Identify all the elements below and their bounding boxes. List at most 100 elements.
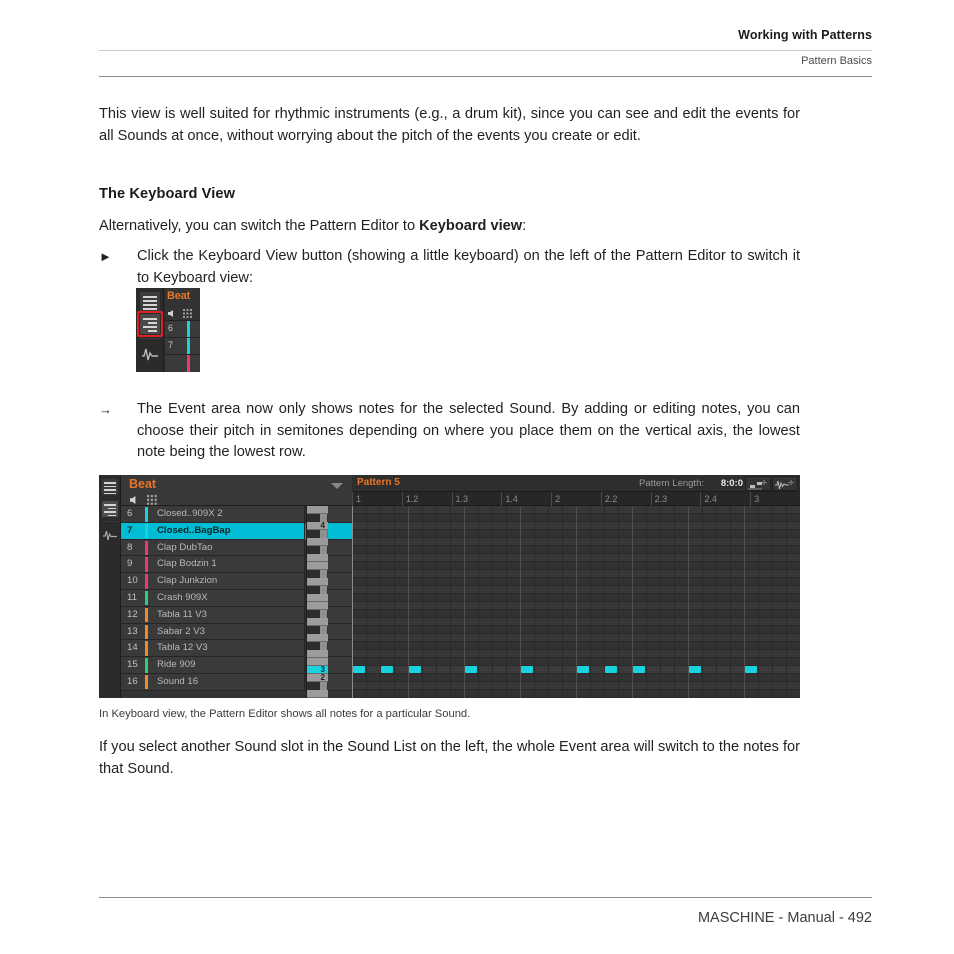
note-event[interactable] xyxy=(689,666,701,673)
pattern-length-value[interactable]: 8:0:0 xyxy=(721,478,743,489)
header-rule-top xyxy=(99,50,872,51)
ruler-tick-2.3: 2.3 xyxy=(650,492,701,506)
sound-slot-number: 11 xyxy=(127,591,137,603)
sound-slot-label: Clap DubTao xyxy=(157,541,213,553)
speaker-icon[interactable] xyxy=(129,495,140,505)
event-grid[interactable] xyxy=(352,506,800,698)
piano-key[interactable] xyxy=(307,602,328,610)
small-row-number: 6 xyxy=(168,323,174,333)
arrow-marker-icon: → xyxy=(99,402,112,417)
small-figure-group-name: Beat xyxy=(167,290,191,302)
small-figure-row[interactable]: 6 xyxy=(165,320,200,338)
closing-paragraph: If you select another Sound slot in the … xyxy=(99,739,800,777)
sound-slot-number: 16 xyxy=(127,675,138,687)
event-grid-column xyxy=(506,506,507,698)
sound-slot-label: Closed..909X 2 xyxy=(157,508,223,519)
sample-view-icon[interactable] xyxy=(102,527,118,543)
piano-key[interactable] xyxy=(307,546,320,554)
piano-key[interactable] xyxy=(307,642,320,650)
sound-slot-number: 12 xyxy=(127,608,138,620)
pad-grid-icon[interactable] xyxy=(183,309,193,318)
small-row-color-strip xyxy=(187,338,190,355)
options-plus-icon: ✛ xyxy=(761,480,767,487)
piano-key[interactable] xyxy=(307,586,320,594)
sound-slot-number: 10 xyxy=(127,575,138,587)
piano-key[interactable] xyxy=(307,690,328,698)
ruler-tick-3: 3 xyxy=(750,492,800,506)
event-grid-column xyxy=(436,506,437,698)
ruler-tick-label: 1 xyxy=(356,494,362,504)
quantize-icon[interactable]: ✛ xyxy=(745,476,771,491)
keyboard-view-icon[interactable] xyxy=(102,501,118,517)
alt-text-tail: : xyxy=(522,218,527,234)
note-event[interactable] xyxy=(745,666,757,673)
chevron-down-icon[interactable] xyxy=(331,483,343,489)
event-grid-column xyxy=(590,506,591,698)
piano-key[interactable] xyxy=(307,514,320,522)
ruler-tick-2: 2 xyxy=(551,492,601,506)
note-event[interactable] xyxy=(521,666,533,673)
sound-color-strip xyxy=(145,590,148,606)
sound-color-strip xyxy=(145,641,148,656)
waveform-icon[interactable]: ✛ xyxy=(772,476,798,491)
note-event[interactable] xyxy=(605,666,617,673)
pattern-name: Pattern 5 xyxy=(357,477,400,488)
piano-key[interactable] xyxy=(307,594,328,602)
note-event[interactable] xyxy=(353,666,365,673)
piano-key[interactable] xyxy=(307,618,328,626)
bullet-marker-icon: ► xyxy=(99,249,112,264)
rail-divider xyxy=(102,521,118,522)
intro-paragraph: This view is well suited for rhythmic in… xyxy=(99,106,800,144)
sound-slot-number: 13 xyxy=(127,625,138,637)
piano-key[interactable] xyxy=(307,610,320,618)
pattern-length-label: Pattern Length: xyxy=(639,478,704,489)
drum-view-icon[interactable] xyxy=(140,292,160,312)
small-figure-rail xyxy=(136,288,164,372)
piano-key[interactable] xyxy=(307,530,320,538)
timeline-ruler[interactable]: 1 1.2 1.3 1.4 2 2.2 2.3 2.4 3 xyxy=(352,492,800,506)
piano-key[interactable] xyxy=(307,562,328,570)
small-figure-row[interactable]: 7 xyxy=(165,337,200,355)
sample-view-icon[interactable] xyxy=(140,344,160,364)
note-event[interactable] xyxy=(465,666,477,673)
note-event[interactable] xyxy=(633,666,645,673)
small-figure-row[interactable] xyxy=(165,354,200,372)
piano-key[interactable] xyxy=(307,626,320,634)
note-event[interactable] xyxy=(409,666,421,673)
piano-key[interactable] xyxy=(307,570,320,578)
piano-key[interactable] xyxy=(307,634,328,642)
event-grid-column xyxy=(646,506,647,698)
ruler-tick-1.3: 1.3 xyxy=(451,492,502,506)
pad-grid-icon[interactable] xyxy=(147,495,158,505)
sound-slot-number: 6 xyxy=(127,508,133,519)
footer-text: MASCHINE - Manual - 492 xyxy=(697,910,872,926)
waveform-glyph xyxy=(103,530,117,541)
piano-key[interactable] xyxy=(307,538,328,546)
group-header-icons xyxy=(129,492,158,505)
octave-label-4: 4 xyxy=(320,521,325,530)
bullet-instruction-text: Click the Keyboard View button (showing … xyxy=(137,248,800,286)
small-row-number: 7 xyxy=(168,340,174,350)
piano-keyboard-column[interactable]: 432 xyxy=(306,506,328,698)
event-grid-column xyxy=(772,506,773,698)
note-event[interactable] xyxy=(577,666,589,673)
sound-color-strip xyxy=(145,557,148,572)
keyboard-view-highlight-box xyxy=(137,311,163,337)
piano-key[interactable] xyxy=(307,682,320,690)
note-event[interactable] xyxy=(381,666,393,673)
ruler-tick-label: 2 xyxy=(555,494,561,504)
sound-slot-label: Crash 909X xyxy=(157,591,208,603)
piano-key[interactable] xyxy=(307,650,328,658)
piano-key[interactable] xyxy=(307,506,328,514)
piano-key[interactable] xyxy=(307,578,328,586)
piano-key[interactable] xyxy=(307,554,328,562)
ruler-tick-label: 3 xyxy=(754,494,760,504)
result-instruction-text: The Event area now only shows notes for … xyxy=(137,401,800,460)
pattern-header: Pattern 5 Pattern Length: 8:0:0 ✛ ✛ xyxy=(352,475,800,492)
running-head-subtitle: Pattern Basics xyxy=(801,55,872,67)
drum-view-icon[interactable] xyxy=(102,479,118,495)
speaker-icon[interactable] xyxy=(167,309,177,318)
footer-rule xyxy=(99,897,872,898)
running-head-title: Working with Patterns xyxy=(738,28,872,42)
sound-slot-number: 7 xyxy=(127,524,133,536)
